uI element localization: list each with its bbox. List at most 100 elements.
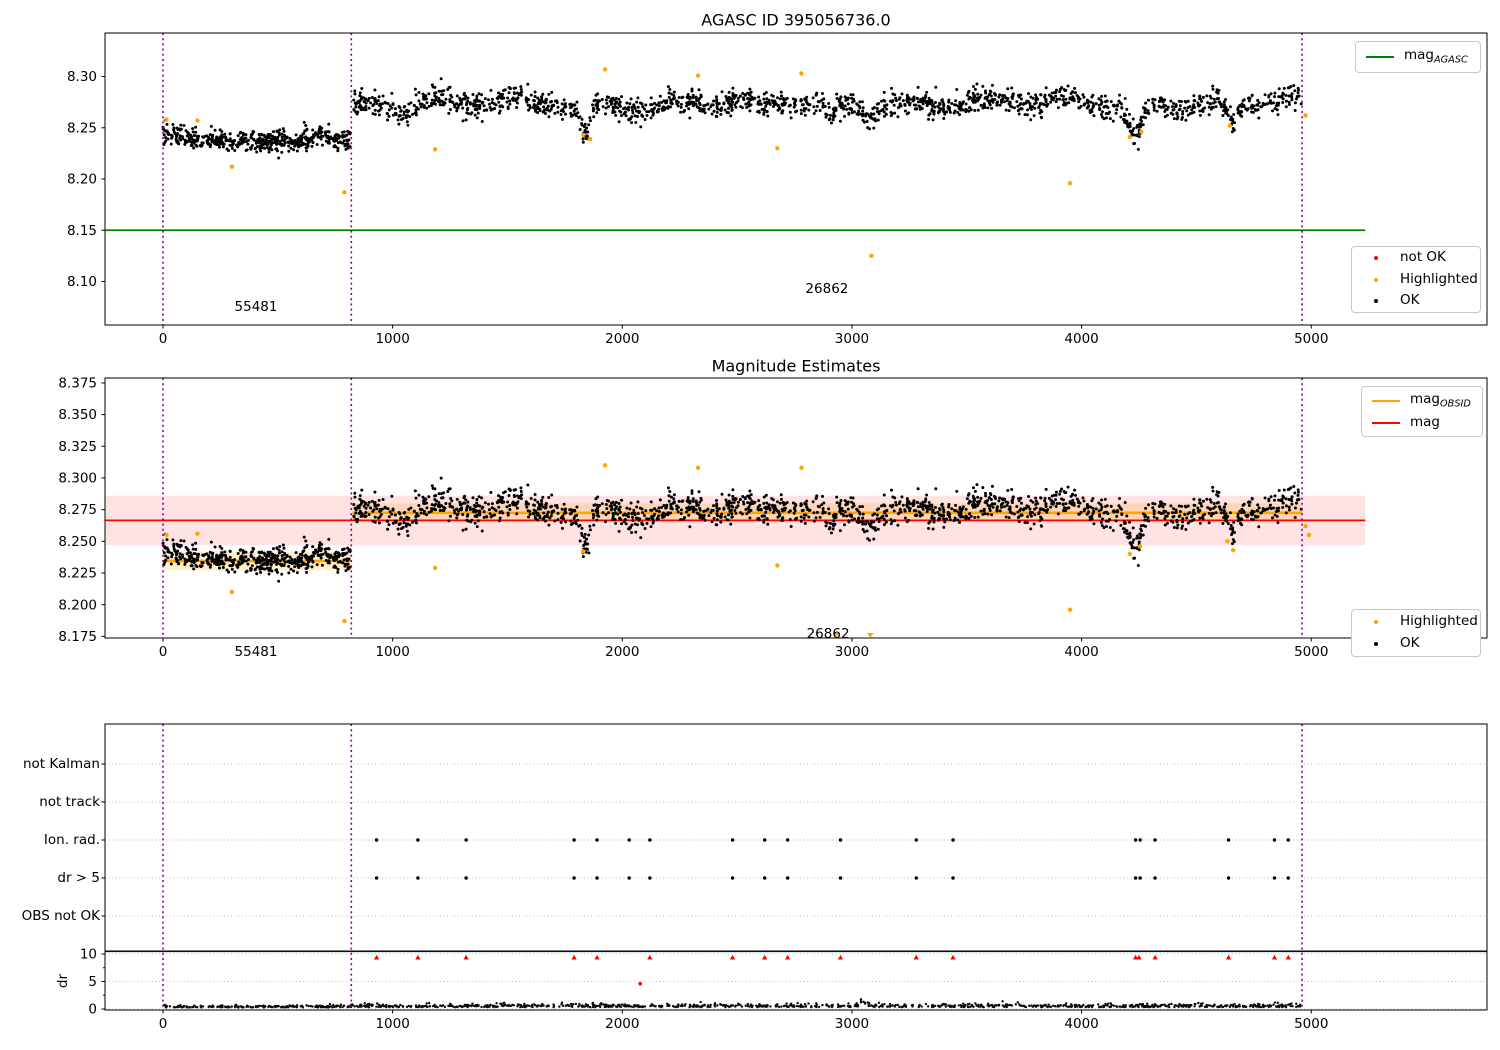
data-point [403, 111, 406, 114]
data-point [1137, 564, 1140, 567]
data-point [766, 523, 769, 526]
data-point [1055, 491, 1058, 494]
data-point [1086, 99, 1089, 102]
data-point [1257, 117, 1260, 120]
data-point [209, 143, 212, 146]
data-point [409, 506, 412, 509]
data-point [188, 140, 191, 143]
data-point [871, 526, 874, 529]
data-point [950, 507, 953, 510]
data-point [1029, 511, 1032, 514]
data-point [922, 508, 925, 511]
data-point [1062, 498, 1065, 501]
data-point [275, 138, 278, 141]
data-point [368, 97, 371, 100]
data-point [780, 493, 783, 496]
data-point [692, 101, 695, 104]
data-point [777, 109, 780, 112]
data-point [657, 507, 660, 510]
data-point [1151, 502, 1154, 505]
data-point [501, 93, 504, 96]
data-point [627, 106, 630, 109]
data-point [1120, 508, 1123, 511]
data-point [618, 120, 621, 123]
data-point [891, 112, 894, 115]
data-point [534, 110, 537, 113]
data-point [453, 105, 456, 108]
data-point [724, 95, 727, 98]
data-point [400, 516, 403, 519]
data-point [178, 127, 181, 130]
data-point [1254, 515, 1257, 518]
flag-event-point [731, 876, 734, 879]
data-point [326, 554, 329, 557]
data-point [832, 527, 835, 530]
data-point [368, 107, 371, 110]
data-point [353, 89, 356, 92]
data-point [844, 510, 847, 513]
data-point [1144, 514, 1147, 517]
data-point [1256, 103, 1259, 106]
data-point [644, 509, 647, 512]
data-point [891, 520, 894, 523]
data-point [232, 562, 235, 565]
data-point [231, 147, 234, 150]
data-point [398, 523, 401, 526]
data-point [1178, 100, 1181, 103]
flag-event-point [763, 876, 766, 879]
data-point [1097, 97, 1100, 100]
data-point [422, 499, 425, 502]
data-point [699, 103, 702, 106]
data-point [992, 506, 995, 509]
data-point [1169, 100, 1172, 103]
data-point [474, 515, 477, 518]
data-point [575, 506, 578, 509]
data-point [207, 555, 210, 558]
highlighted-point [164, 533, 168, 537]
data-point [1223, 101, 1226, 104]
data-point [1166, 108, 1169, 111]
data-point [1118, 497, 1121, 500]
data-point [1116, 103, 1119, 106]
data-point [919, 505, 922, 508]
data-point [498, 519, 501, 522]
data-point [639, 536, 642, 539]
data-point [1029, 527, 1032, 530]
data-point [481, 507, 484, 510]
data-point [462, 119, 465, 122]
flag-event-point [1134, 838, 1137, 841]
data-point [786, 97, 789, 100]
y-tick-label: 8.15 [67, 223, 97, 239]
data-point [455, 109, 458, 112]
data-point [896, 524, 899, 527]
data-point [1156, 517, 1159, 520]
data-point [1015, 505, 1018, 508]
data-point [976, 501, 979, 504]
data-point [589, 119, 592, 122]
data-point [989, 90, 992, 93]
highlighted-point [869, 254, 873, 258]
data-point [476, 116, 479, 119]
data-point [488, 103, 491, 106]
data-point [463, 502, 466, 505]
data-point [721, 90, 724, 93]
data-point [666, 513, 669, 516]
data-point [776, 96, 779, 99]
data-point [419, 102, 422, 105]
data-point [900, 92, 903, 95]
flag-event-point [416, 838, 419, 841]
data-point [320, 130, 323, 133]
data-point [310, 558, 313, 561]
data-point [179, 134, 182, 137]
data-point [515, 106, 518, 109]
data-point [446, 88, 449, 91]
data-point [194, 548, 197, 551]
data-point [1010, 86, 1013, 89]
data-point [766, 115, 769, 118]
data-point [614, 102, 617, 105]
data-point [194, 564, 197, 567]
data-point [727, 107, 730, 110]
data-point [1008, 516, 1011, 519]
data-point [353, 496, 356, 499]
data-point [223, 133, 226, 136]
